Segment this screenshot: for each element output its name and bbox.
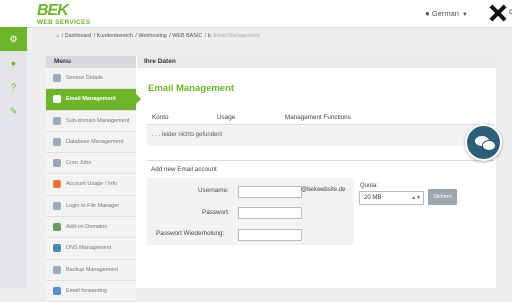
password-repeat-label: Passwort Wiederholung: [156, 230, 225, 237]
subdomain-icon [53, 116, 61, 125]
language-selector[interactable]: ● German ▼ [425, 9, 468, 18]
side-menu: Service Details Email Management Sub-dom… [46, 68, 141, 302]
username-label: Username: [198, 187, 229, 194]
save-button[interactable]: Sichern [428, 189, 457, 205]
close-icon[interactable] [488, 3, 508, 23]
quota-value: 20 MB [364, 195, 382, 201]
column-usage: Usage [217, 114, 236, 121]
column-management: Management Functions [285, 114, 351, 121]
database-icon [53, 137, 61, 146]
menu-item-account-usage[interactable]: Account Usage / Info [46, 174, 136, 196]
breadcrumb: ⌂ / Dashboard / Kundenbereich / Webhosti… [56, 33, 260, 39]
divider [147, 160, 494, 161]
folder-icon [53, 201, 61, 210]
globe-icon: ● [425, 9, 430, 18]
home-icon[interactable]: ⌂ [56, 33, 59, 39]
menu-header: Menu [46, 56, 136, 68]
email-icon [53, 95, 61, 104]
select-arrows-icon: ▲▼ [411, 195, 421, 201]
pencil-icon[interactable]: ✎ [0, 99, 27, 123]
user-icon[interactable]: ● [0, 51, 27, 75]
menu-item-file-manager[interactable]: Login to File Manager [46, 195, 136, 218]
logo-subtitle: WEB SERVICES [37, 19, 91, 26]
caret-down-icon: ▼ [461, 12, 468, 18]
quota-label: Quota: [360, 183, 379, 189]
menu-item-service-details[interactable]: Service Details [46, 68, 136, 90]
logo-mark: BEK [37, 2, 69, 19]
breadcrumb-item[interactable]: WEB BASIC [172, 33, 202, 39]
menu-item-email-management[interactable]: Email Management [46, 89, 141, 111]
username-input[interactable] [238, 186, 302, 198]
menu-item-database[interactable]: Database Management [46, 131, 136, 154]
add-account-header: Add new Email account [151, 166, 217, 173]
menu-item-cron-jobs[interactable]: Cron Jobs [46, 153, 136, 175]
bek-logo[interactable]: BEK WEB SERVICES [37, 3, 97, 27]
breadcrumb-current: Email Management [213, 33, 260, 39]
help-icon[interactable]: ? [0, 75, 27, 99]
breadcrumb-item[interactable]: Webhosting [138, 33, 166, 39]
language-label: German [431, 9, 459, 18]
card-header: Ihre Daten [137, 56, 496, 68]
menu-item-dns[interactable]: DNS Management [46, 238, 136, 260]
empty-row: . . . leider nichts gefunden! [147, 125, 494, 146]
password-input[interactable] [238, 207, 302, 219]
backup-icon [53, 265, 61, 274]
forward-icon [53, 286, 61, 295]
chat-bubble-icon[interactable] [465, 124, 502, 161]
password-label: Passwort: [202, 209, 230, 216]
menu-item-email-forwarding[interactable]: Email forwarding [46, 280, 136, 302]
service-icon [53, 74, 61, 82]
usage-icon [53, 180, 61, 189]
breadcrumb-item[interactable]: Kundenbereich [97, 33, 133, 39]
password-repeat-input[interactable] [238, 229, 302, 241]
empty-message: . . . leider nichts gefunden! [152, 132, 223, 138]
clock-icon [53, 159, 61, 168]
quota-select[interactable]: 20 MB ▲▼ [359, 191, 424, 205]
breadcrumb-item[interactable]: Dashboard [65, 33, 91, 39]
dns-icon [53, 244, 61, 253]
page-title: Email Management [148, 83, 235, 94]
icon-rail: ⚙ ● ? ✎ [0, 27, 27, 288]
column-konto: Konto [152, 114, 169, 121]
menu-item-subdomain[interactable]: Sub-domain Management [46, 110, 136, 132]
menu-item-backup[interactable]: Backup Management [46, 259, 136, 281]
menu-item-addon-domains[interactable]: Add-on Domains [46, 217, 136, 239]
breadcrumb-item[interactable]: b [208, 33, 211, 39]
addon-icon [53, 223, 61, 232]
top-bar: BEK WEB SERVICES ● German ▼ C [0, 0, 512, 28]
domain-suffix: @bekwebsite.de [301, 187, 346, 193]
gear-icon[interactable]: ⚙ [0, 27, 27, 51]
